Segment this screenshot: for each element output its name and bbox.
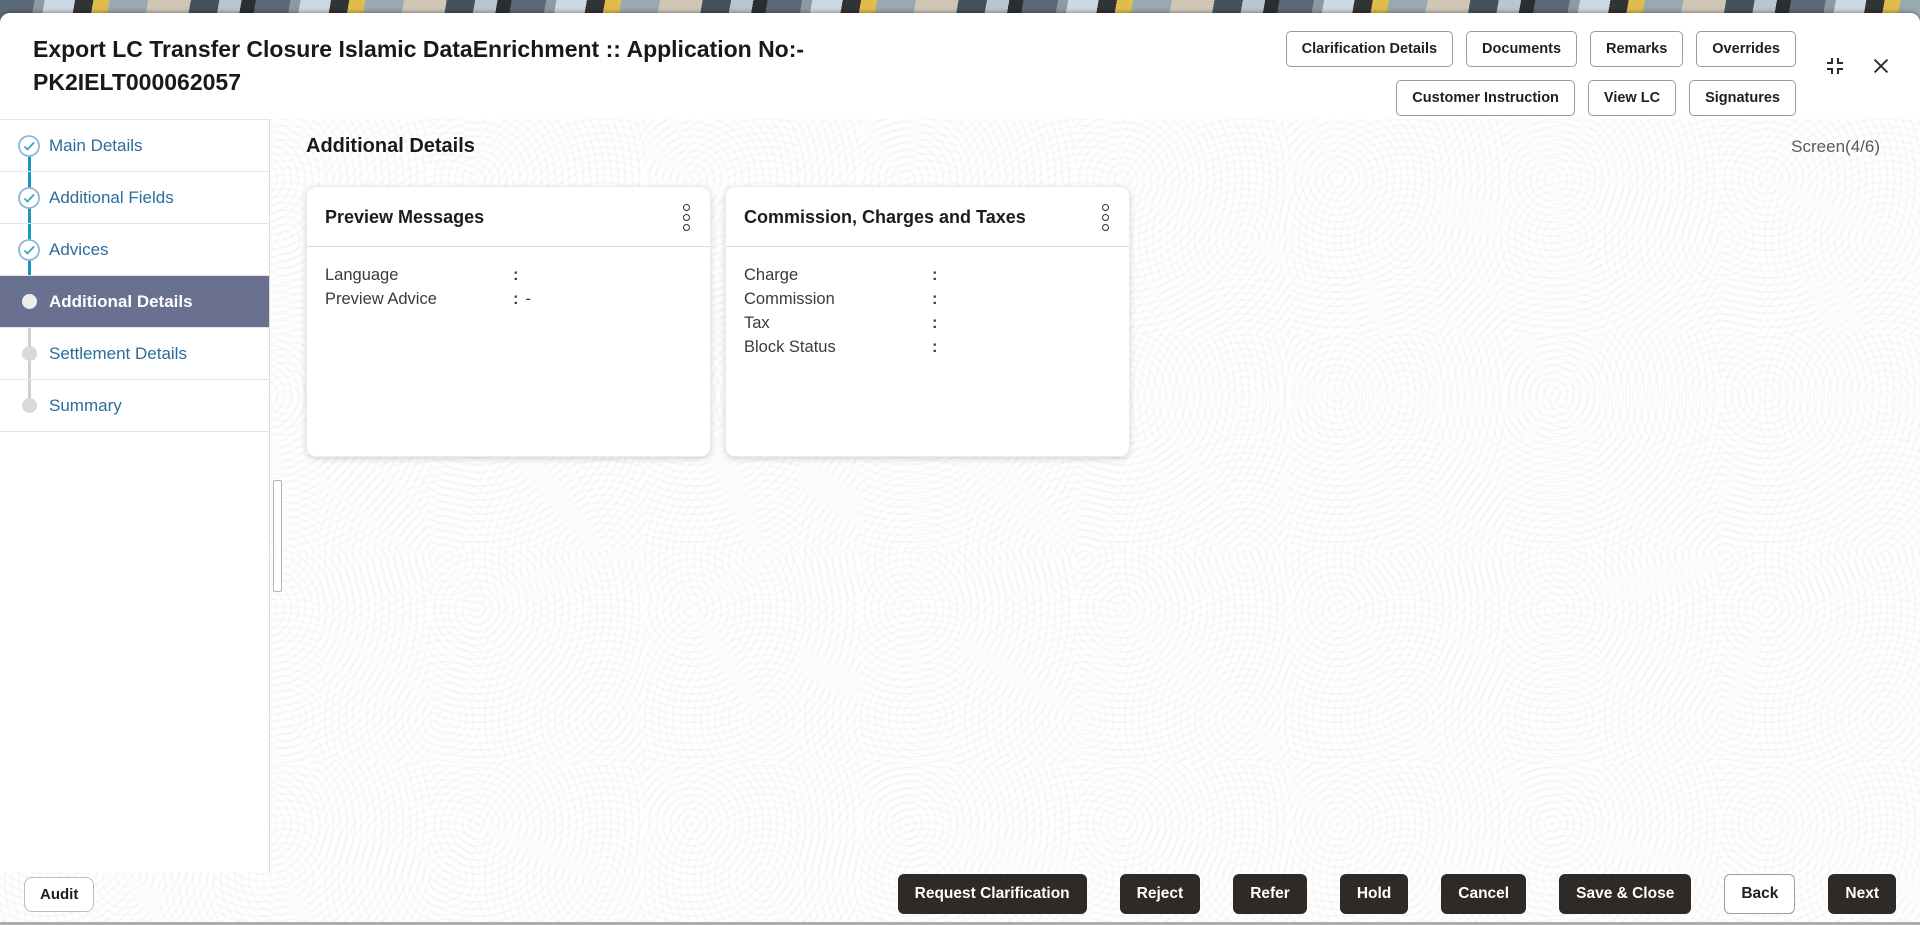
sidebar-item-main-details[interactable]: Main Details bbox=[0, 120, 269, 172]
clarification-details-button[interactable]: Clarification Details bbox=[1285, 30, 1454, 67]
current-step-bullet-icon bbox=[18, 291, 40, 313]
sidebar-item-label: Settlement Details bbox=[49, 343, 187, 363]
collapse-icon[interactable] bbox=[1822, 53, 1848, 79]
back-button[interactable]: Back bbox=[1724, 874, 1796, 914]
sidebar-item-label: Additional Details bbox=[49, 291, 193, 311]
field-row: Tax : bbox=[744, 311, 1111, 335]
field-label: Block Status bbox=[744, 338, 836, 356]
sidebar-item-label: Main Details bbox=[49, 135, 143, 155]
field-separator: : bbox=[932, 266, 938, 284]
field-row: Language : bbox=[325, 263, 692, 287]
commission-charges-taxes-card: Commission, Charges and Taxes Charge : C… bbox=[725, 186, 1130, 457]
step-navigation-sidebar: Main Details Additional Fields Advices A… bbox=[0, 119, 270, 872]
overrides-button[interactable]: Overrides bbox=[1696, 30, 1796, 67]
check-circle-icon bbox=[18, 238, 40, 261]
kebab-menu-icon[interactable] bbox=[679, 202, 694, 233]
hold-button[interactable]: Hold bbox=[1339, 874, 1409, 914]
section-heading: Additional Details bbox=[306, 135, 475, 157]
check-circle-icon bbox=[18, 186, 40, 209]
documents-button[interactable]: Documents bbox=[1466, 30, 1578, 67]
field-row: Commission : bbox=[744, 287, 1111, 311]
reject-button[interactable]: Reject bbox=[1119, 874, 1201, 914]
sidebar-item-settlement-details[interactable]: Settlement Details bbox=[0, 328, 269, 380]
page-title: Export LC Transfer Closure Islamic DataE… bbox=[33, 36, 805, 95]
sidebar-item-summary[interactable]: Summary bbox=[0, 380, 269, 432]
field-label: Commission bbox=[744, 290, 835, 308]
header-actions-row-2: Customer Instruction View LC Signatures bbox=[1396, 79, 1796, 116]
check-circle-icon bbox=[18, 134, 40, 157]
header-actions: Clarification Details Documents Remarks … bbox=[1285, 27, 1902, 119]
field-separator: : bbox=[932, 338, 938, 356]
pending-step-bullet-icon bbox=[18, 343, 40, 365]
preview-messages-card: Preview Messages Language : Preview Advi… bbox=[306, 186, 711, 457]
window-header: Export LC Transfer Closure Islamic DataE… bbox=[0, 13, 1920, 119]
sidebar-item-advices[interactable]: Advices bbox=[0, 224, 269, 276]
field-separator: : bbox=[513, 266, 519, 284]
field-row: Charge : bbox=[744, 263, 1111, 287]
header-actions-row-1: Clarification Details Documents Remarks … bbox=[1285, 30, 1796, 67]
field-label: Tax bbox=[744, 314, 770, 332]
save-and-close-button[interactable]: Save & Close bbox=[1559, 874, 1692, 914]
signatures-button[interactable]: Signatures bbox=[1689, 79, 1796, 116]
content-area: Additional Details Screen(4/6) Preview M… bbox=[270, 119, 1920, 872]
field-row: Block Status : bbox=[744, 335, 1111, 359]
vertical-scrollbar-thumb[interactable] bbox=[273, 480, 282, 592]
remarks-button[interactable]: Remarks bbox=[1590, 30, 1684, 67]
sidebar-item-additional-fields[interactable]: Additional Fields bbox=[0, 172, 269, 224]
next-button[interactable]: Next bbox=[1828, 874, 1896, 914]
close-icon[interactable] bbox=[1868, 53, 1894, 79]
field-label: Charge bbox=[744, 266, 799, 284]
field-value: - bbox=[525, 290, 532, 308]
audit-button[interactable]: Audit bbox=[24, 876, 95, 912]
view-lc-button[interactable]: View LC bbox=[1587, 79, 1677, 116]
field-separator: : bbox=[513, 290, 519, 308]
field-separator: : bbox=[932, 290, 938, 308]
sidebar-item-additional-details[interactable]: Additional Details bbox=[0, 276, 269, 328]
kebab-menu-icon[interactable] bbox=[1098, 202, 1113, 233]
screen-page-indicator: Screen(4/6) bbox=[1791, 137, 1880, 156]
sidebar-item-label: Advices bbox=[49, 239, 109, 259]
refer-button[interactable]: Refer bbox=[1233, 874, 1307, 914]
field-label: Preview Advice bbox=[325, 290, 437, 308]
sidebar-item-label: Additional Fields bbox=[49, 187, 174, 207]
field-row: Preview Advice : - bbox=[325, 287, 692, 311]
cancel-button[interactable]: Cancel bbox=[1441, 874, 1527, 914]
customer-instruction-button[interactable]: Customer Instruction bbox=[1396, 79, 1575, 116]
card-title: Commission, Charges and Taxes bbox=[744, 207, 1026, 227]
sidebar-item-label: Summary bbox=[49, 395, 122, 415]
footer-action-bar: Audit Request Clarification Reject Refer… bbox=[0, 872, 1920, 922]
request-clarification-button[interactable]: Request Clarification bbox=[897, 874, 1087, 914]
field-separator: : bbox=[932, 314, 938, 332]
pending-step-bullet-icon bbox=[18, 395, 40, 417]
field-label: Language bbox=[325, 266, 399, 284]
card-title: Preview Messages bbox=[325, 207, 485, 227]
application-window: Export LC Transfer Closure Islamic DataE… bbox=[0, 13, 1920, 925]
